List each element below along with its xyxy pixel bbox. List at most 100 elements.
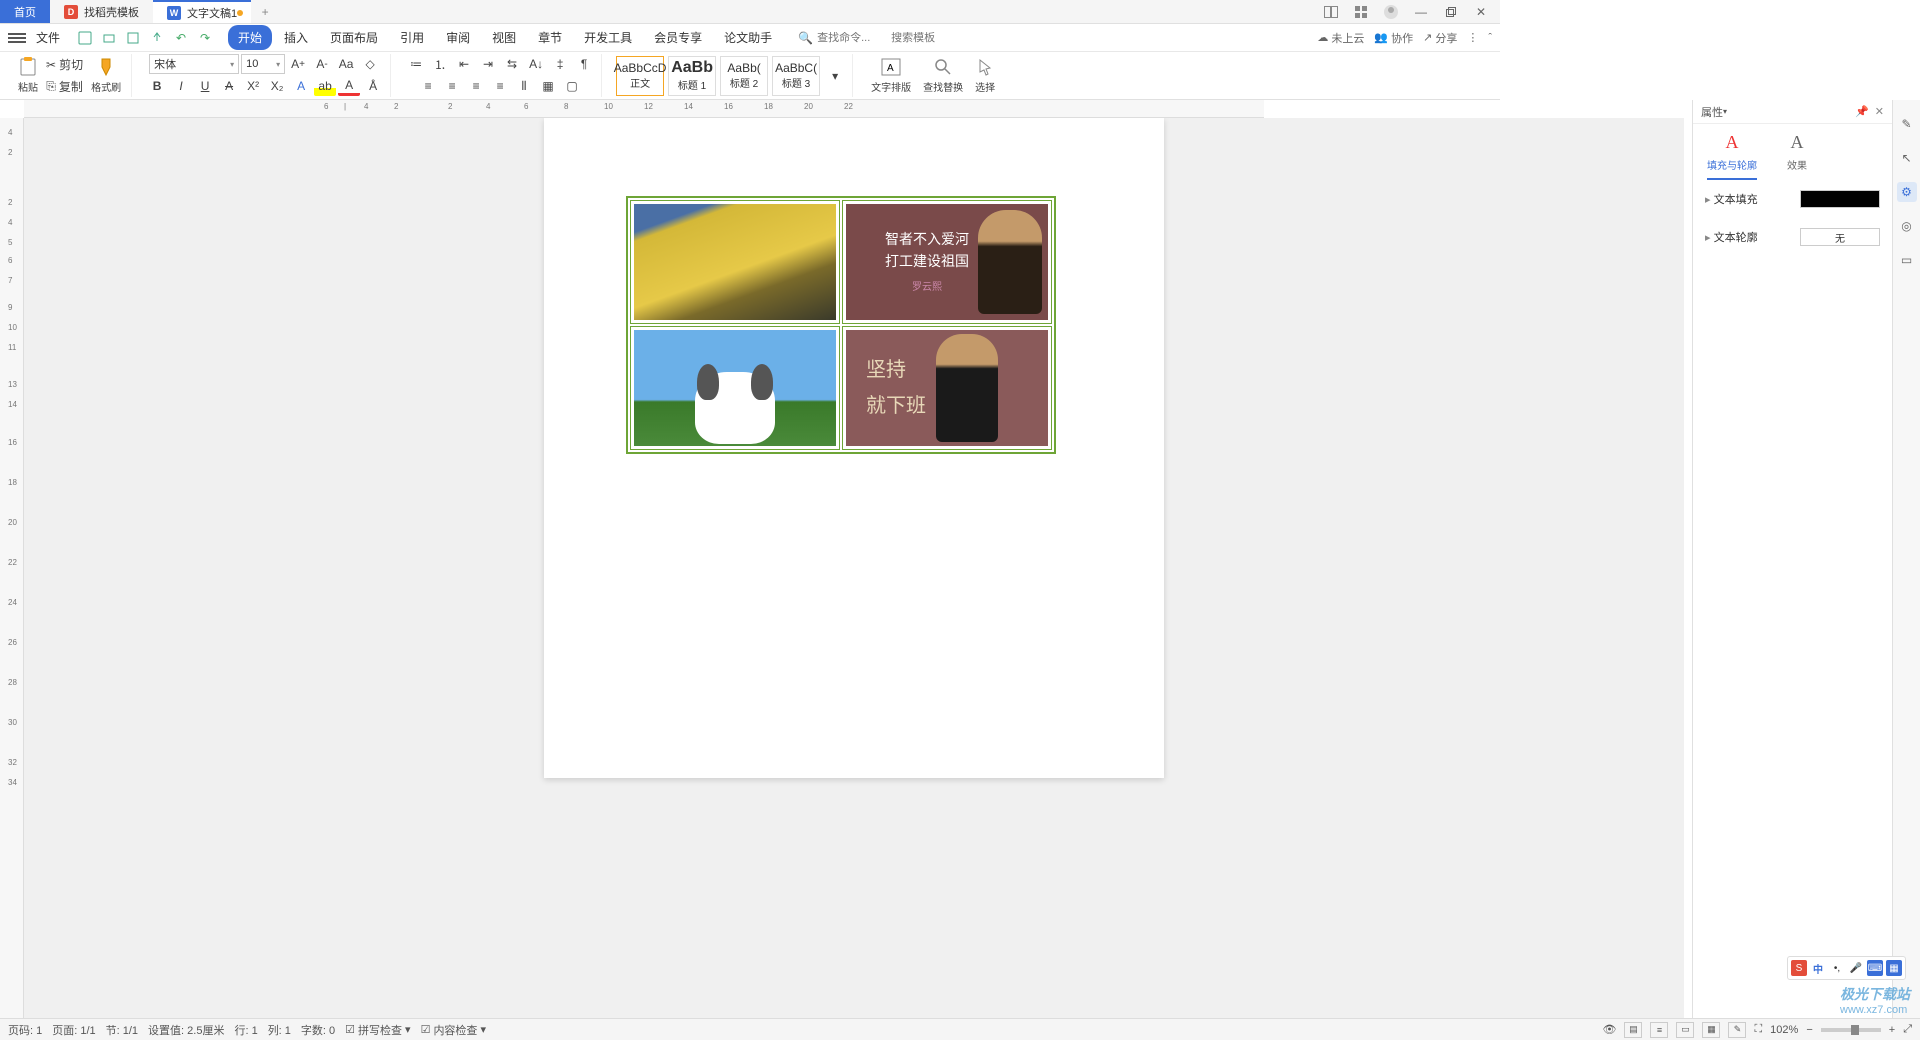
table-image-foliage[interactable] [634,204,836,320]
pencil-icon[interactable]: ✎ [1897,114,1917,134]
section[interactable]: 节: 1/1 [106,1022,138,1038]
styles-dropdown[interactable]: ▾ [824,66,846,86]
show-marks-button[interactable]: ¶ [573,54,595,74]
pointer-icon[interactable]: ↖ [1897,148,1917,168]
view-web-button[interactable]: ▦ [1702,1022,1720,1038]
phonetic-button[interactable]: Å [362,76,384,96]
book-icon[interactable]: ▭ [1897,250,1917,270]
document-canvas[interactable]: 智者不入爱河 打工建设祖国 罗云熙 坚持 会 就下班 [24,118,1684,1018]
zoom-level[interactable]: 102% [1770,1024,1798,1036]
cloud-status[interactable]: ☁未上云 [1317,30,1364,46]
target-icon[interactable]: ◎ [1897,216,1917,236]
view-outline-button[interactable]: ≡ [1650,1022,1668,1038]
align-center-button[interactable]: ≡ [441,76,463,96]
style-heading3[interactable]: AaBbC(标题 3 [772,56,820,96]
ime-voice-icon[interactable]: 🎤 [1848,960,1864,976]
share-button[interactable]: ↗分享 [1423,30,1457,46]
fullscreen-icon[interactable]: ⤢ [1903,1023,1912,1036]
style-heading2[interactable]: AaBb(标题 2 [720,56,768,96]
redo-button[interactable]: ↷ [196,29,214,47]
ime-lang[interactable]: 中 [1810,960,1826,976]
ribbon-tab-layout[interactable]: 页面布局 [320,25,388,50]
indent-button[interactable]: ⇥ [477,54,499,74]
page-number[interactable]: 页码: 1 [8,1022,42,1038]
ribbon-tab-chapter[interactable]: 章节 [528,25,572,50]
page[interactable]: 智者不入爱河 打工建设祖国 罗云熙 坚持 会 就下班 [544,118,1164,778]
bullet-list-button[interactable]: ≔ [405,54,427,74]
search-template-input[interactable] [891,32,961,44]
ime-punct[interactable]: •, [1829,960,1845,976]
avatar-icon[interactable] [1380,1,1402,23]
search-command-input[interactable] [817,32,887,44]
print-icon[interactable] [124,29,142,47]
file-menu[interactable]: 文件 [30,29,66,46]
text-layout-button[interactable]: A文字排版 [867,57,915,94]
save-icon[interactable] [76,29,94,47]
close-button[interactable]: ✕ [1470,1,1492,23]
table-image-quote2[interactable]: 坚持 会 就下班 [846,330,1048,446]
ime-toolbar[interactable]: S 中 •, 🎤 ⌨ ▦ [1787,956,1906,980]
shading-button[interactable]: ▦ [537,76,559,96]
new-tab-button[interactable]: + [251,0,279,23]
view-focus-button[interactable]: ✎ [1728,1022,1746,1038]
layout-icon[interactable] [1320,1,1342,23]
clear-format-button[interactable]: ◇ [359,54,381,74]
collapse-ribbon[interactable]: ˆ [1488,32,1492,44]
outdent-button[interactable]: ⇤ [453,54,475,74]
find-replace-button[interactable]: 查找替换 [919,57,967,94]
distribute-button[interactable]: ⫴ [513,76,535,96]
table-image-quote1[interactable]: 智者不入爱河 打工建设祖国 罗云熙 [846,204,1048,320]
page-count[interactable]: 页面: 1/1 [52,1022,95,1038]
collab-button[interactable]: 👥协作 [1374,30,1413,46]
hamburger-menu[interactable] [8,33,26,43]
font-name-select[interactable]: 宋体▾ [149,54,239,74]
ribbon-tab-view[interactable]: 视图 [482,25,526,50]
strike-button[interactable]: A [218,76,240,96]
minimize-button[interactable]: — [1410,1,1432,23]
vertical-ruler[interactable]: 42 245 679 101113 141618 202224 262830 3… [0,118,24,1018]
align-right-button[interactable]: ≡ [465,76,487,96]
pin-icon[interactable]: 📌 [1855,105,1869,118]
zoom-out-button[interactable]: − [1806,1024,1812,1036]
line-spacing-button[interactable]: ‡ [549,54,571,74]
change-case-button[interactable]: Aa [335,54,357,74]
table-image-puppy[interactable] [634,330,836,446]
ribbon-tab-devtools[interactable]: 开发工具 [574,25,642,50]
ribbon-tab-member[interactable]: 会员专享 [644,25,712,50]
align-left-button[interactable]: ≡ [417,76,439,96]
align-justify-button[interactable]: ≡ [489,76,511,96]
ime-more-icon[interactable]: ▦ [1886,960,1902,976]
eye-icon[interactable]: 👁 [1603,1023,1617,1036]
sort-button[interactable]: A↓ [525,54,547,74]
tab-document[interactable]: W 文字文稿1 [153,0,251,23]
fit-icon[interactable]: ⛶ [1754,1023,1762,1036]
outline-select[interactable]: 无 [1800,228,1880,246]
ribbon-tab-review[interactable]: 审阅 [436,25,480,50]
props-tab-effect[interactable]: A效果 [1787,132,1807,180]
ribbon-tab-start[interactable]: 开始 [228,25,272,50]
tab-templates[interactable]: D 找稻壳模板 [50,0,153,23]
view-page-button[interactable]: ▤ [1624,1022,1642,1038]
bold-button[interactable]: B [146,76,168,96]
tab-home[interactable]: 首页 [0,0,50,23]
select-button[interactable]: 选择 [971,57,999,94]
props-tab-fill[interactable]: A填充与轮廓 [1707,132,1757,180]
tab-button[interactable]: ⇆ [501,54,523,74]
image-table[interactable]: 智者不入爱河 打工建设祖国 罗云熙 坚持 会 就下班 [626,196,1056,454]
shrink-font-button[interactable]: A- [311,54,333,74]
horizontal-ruler[interactable]: 6|4 224 6810 121416 182022 [24,100,1264,118]
ribbon-tab-references[interactable]: 引用 [390,25,434,50]
close-panel-icon[interactable]: ✕ [1875,105,1884,118]
print-preview-icon[interactable] [100,29,118,47]
spellcheck-toggle[interactable]: ☑拼写检查 ▾ [345,1022,410,1038]
italic-button[interactable]: I [170,76,192,96]
ribbon-tab-insert[interactable]: 插入 [274,25,318,50]
cut-button[interactable]: ✂剪切 [46,55,83,75]
border-button[interactable]: ▢ [561,76,583,96]
view-read-button[interactable]: ▭ [1676,1022,1694,1038]
style-normal[interactable]: AaBbCcD正文 [616,56,664,96]
ribbon-tab-thesis[interactable]: 论文助手 [714,25,782,50]
text-effect-button[interactable]: A [290,76,312,96]
zoom-in-button[interactable]: + [1889,1024,1895,1036]
fill-color-picker[interactable] [1800,190,1880,208]
